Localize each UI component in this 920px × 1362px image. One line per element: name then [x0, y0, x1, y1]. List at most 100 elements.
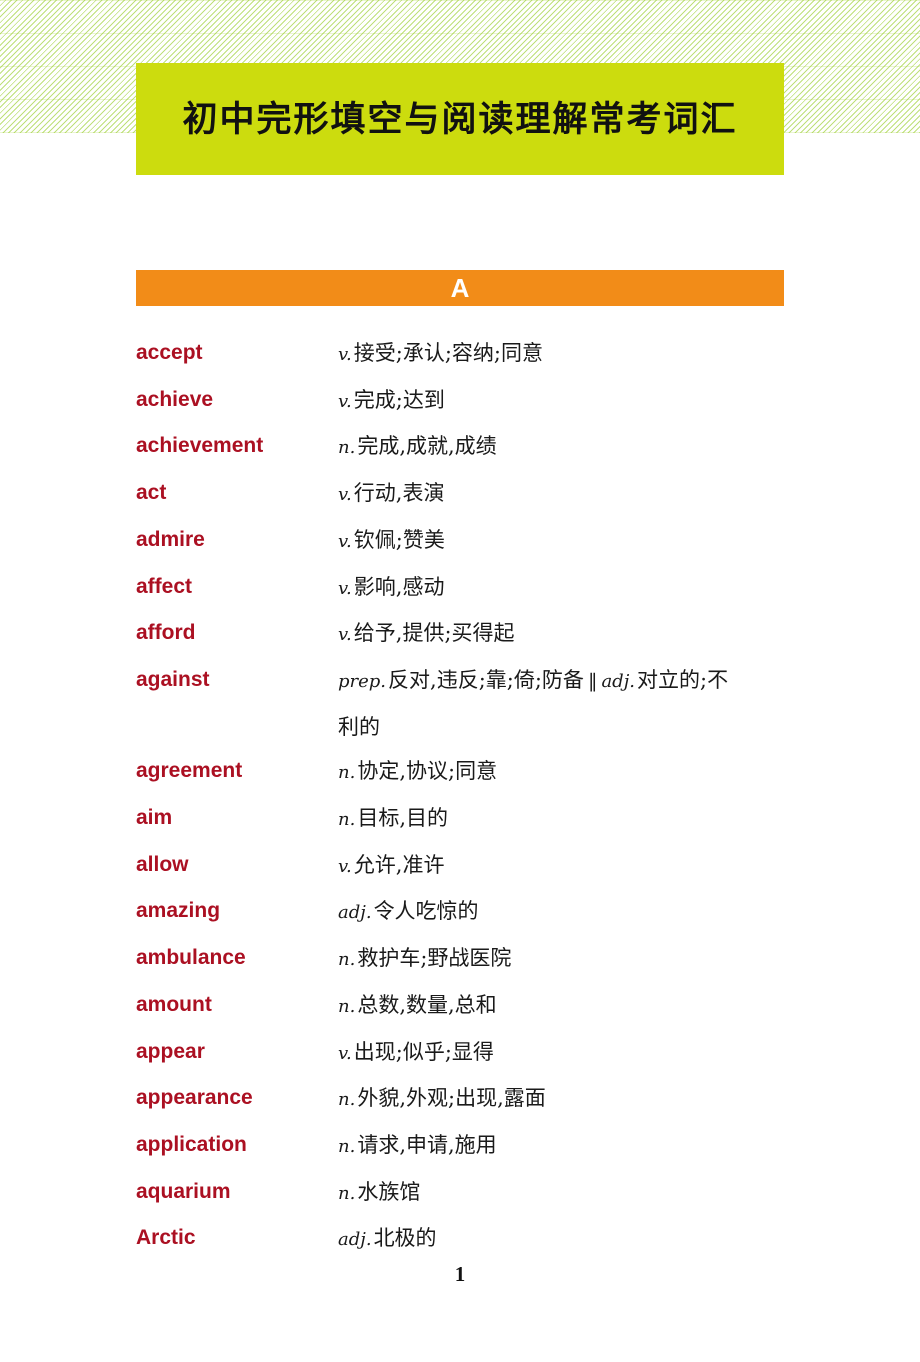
- entry-definition: n.救护车;野战医院: [338, 936, 744, 983]
- entry-word: achieve: [136, 387, 214, 411]
- part-of-speech: v.: [338, 1042, 352, 1064]
- meaning-text: 给予,提供;买得起: [353, 621, 515, 646]
- vocabulary-entry: afford v.给予,提供;买得起: [136, 611, 836, 658]
- meaning-text: 行动,表演: [353, 481, 445, 506]
- entry-definition: prep.反对,违反;靠;倚;防备 ‖ adj.对立的;不利的: [338, 658, 744, 749]
- vocabulary-entry: appearance n.外貌,外观;出现,露面: [136, 1076, 836, 1123]
- part-of-speech: v.: [338, 344, 352, 365]
- vocabulary-entry: affect v.影响,感动: [136, 565, 836, 612]
- vocabulary-entry: appear v.出现;似乎;显得: [136, 1030, 836, 1077]
- vocabulary-entry: admire v.钦佩;赞美: [136, 518, 836, 565]
- meaning-text: 接受;承认;容纳;同意: [353, 341, 543, 365]
- page-number: 1: [454, 1262, 466, 1286]
- part-of-speech: v.: [338, 390, 352, 412]
- part-of-speech: n.: [338, 809, 356, 831]
- part-of-speech: v.: [338, 855, 352, 877]
- entry-definition: v.给予,提供;买得起: [338, 611, 744, 658]
- entry-word: Arctic: [136, 1226, 196, 1250]
- part-of-speech: v.: [338, 530, 352, 552]
- vocabulary-entry: aim n.目标,目的: [136, 796, 836, 843]
- vocabulary-entry: ambulance n.救护车;野战医院: [136, 936, 836, 983]
- entry-word: ambulance: [136, 946, 246, 970]
- title-banner: 初中完形填空与阅读理解常考词汇: [136, 63, 784, 175]
- part-of-speech: n.: [338, 1135, 356, 1157]
- entry-word: achievement: [136, 434, 264, 458]
- section-header-banner: A: [136, 270, 784, 306]
- meaning-text: 总数,数量,总和: [357, 992, 497, 1017]
- entry-definition: v.出现;似乎;显得: [338, 1030, 744, 1077]
- entry-word: accept: [136, 341, 203, 364]
- part-of-speech: n.: [338, 995, 356, 1017]
- entry-definition: n.协定,协议;同意: [338, 749, 744, 796]
- vocabulary-entry: allow v.允许,准许: [136, 843, 836, 890]
- entry-word: amount: [136, 992, 212, 1016]
- page-title: 初中完形填空与阅读理解常考词汇: [182, 98, 738, 140]
- entry-word: appearance: [136, 1086, 253, 1110]
- meaning-text: 完成,成就,成绩: [357, 434, 497, 459]
- meaning-text: 请求,申请,施用: [357, 1132, 497, 1157]
- entry-word: aim: [136, 806, 173, 830]
- entry-definition: n.请求,申请,施用: [338, 1123, 744, 1170]
- vocabulary-entry: against prep.反对,违反;靠;倚;防备 ‖ adj.对立的;不利的: [136, 658, 836, 749]
- vocabulary-entry: aquarium n.水族馆: [136, 1170, 836, 1217]
- part-of-speech: n.: [338, 762, 356, 784]
- part-of-speech: n.: [338, 437, 356, 459]
- meaning-text: 允许,准许: [353, 852, 445, 877]
- vocabulary-entry: act v.行动,表演: [136, 471, 836, 518]
- entry-definition: n.水族馆: [338, 1170, 744, 1217]
- entry-word: agreement: [136, 759, 243, 783]
- vocabulary-entry: agreement n.协定,协议;同意: [136, 749, 836, 796]
- entry-word: admire: [136, 527, 205, 551]
- meaning-text: 完成;达到: [353, 387, 445, 412]
- vocabulary-entry: achievement n.完成,成就,成绩: [136, 424, 836, 471]
- entry-word: application: [136, 1132, 247, 1156]
- part-of-speech: prep.: [338, 670, 387, 692]
- entry-definition: v.影响,感动: [338, 565, 744, 612]
- part-of-speech: n.: [338, 949, 356, 971]
- sense-separator: ‖: [587, 669, 598, 692]
- meaning-text: 令人吃惊的: [373, 899, 479, 924]
- part-of-speech-secondary: adj.: [601, 670, 635, 692]
- meaning-text: 水族馆: [357, 1179, 421, 1204]
- vocabulary-entry: amount n.总数,数量,总和: [136, 983, 836, 1030]
- entry-definition: n.外貌,外观;出现,露面: [338, 1076, 744, 1123]
- part-of-speech: n.: [338, 1182, 356, 1204]
- part-of-speech: v.: [338, 624, 352, 646]
- entry-definition: n.总数,数量,总和: [338, 983, 744, 1030]
- entry-definition: n.完成,成就,成绩: [338, 424, 744, 471]
- entry-definition: n.目标,目的: [338, 796, 744, 843]
- part-of-speech: v.: [338, 577, 352, 599]
- meaning-text: 救护车;野战医院: [357, 946, 512, 971]
- entry-word: aquarium: [136, 1179, 231, 1203]
- meaning-text: 影响,感动: [353, 574, 445, 599]
- entry-word: appear: [136, 1039, 205, 1063]
- vocabulary-entry: application n.请求,申请,施用: [136, 1123, 836, 1170]
- section-letter-label: A: [450, 273, 470, 303]
- meaning-text: 钦佩;赞美: [353, 527, 445, 552]
- entry-word: affect: [136, 574, 193, 598]
- meaning-text: 外貌,外观;出现,露面: [357, 1086, 546, 1111]
- meaning-text: 反对,违反;靠;倚;防备: [388, 667, 584, 692]
- vocabulary-list: accept v.接受;承认;容纳;同意 achieve v.完成;达到 achieve…: [136, 331, 836, 1263]
- entry-word: afford: [136, 621, 196, 645]
- part-of-speech: adj.: [338, 902, 372, 924]
- entry-definition: v.钦佩;赞美: [338, 518, 744, 565]
- meaning-text: 目标,目的: [357, 806, 449, 831]
- entry-word: against: [136, 667, 210, 691]
- meaning-text: 协定,协议;同意: [357, 759, 498, 784]
- part-of-speech: v.: [338, 484, 352, 506]
- entry-definition: v.接受;承认;容纳;同意: [338, 331, 744, 378]
- part-of-speech: n.: [338, 1089, 356, 1111]
- vocabulary-entry: Arctic adj.北极的: [136, 1216, 836, 1263]
- vocabulary-entry: achieve v.完成;达到: [136, 378, 836, 425]
- entry-word: act: [136, 481, 167, 505]
- vocabulary-entry: amazing adj.令人吃惊的: [136, 889, 836, 936]
- vocabulary-entry: accept v.接受;承认;容纳;同意: [136, 331, 836, 378]
- part-of-speech: adj.: [338, 1229, 372, 1251]
- entry-definition: v.行动,表演: [338, 471, 744, 518]
- entry-definition: adj.北极的: [338, 1216, 744, 1263]
- meaning-text: 出现;似乎;显得: [353, 1039, 494, 1064]
- entry-word: allow: [136, 852, 189, 876]
- entry-definition: adj.令人吃惊的: [338, 889, 744, 936]
- entry-word: amazing: [136, 899, 221, 923]
